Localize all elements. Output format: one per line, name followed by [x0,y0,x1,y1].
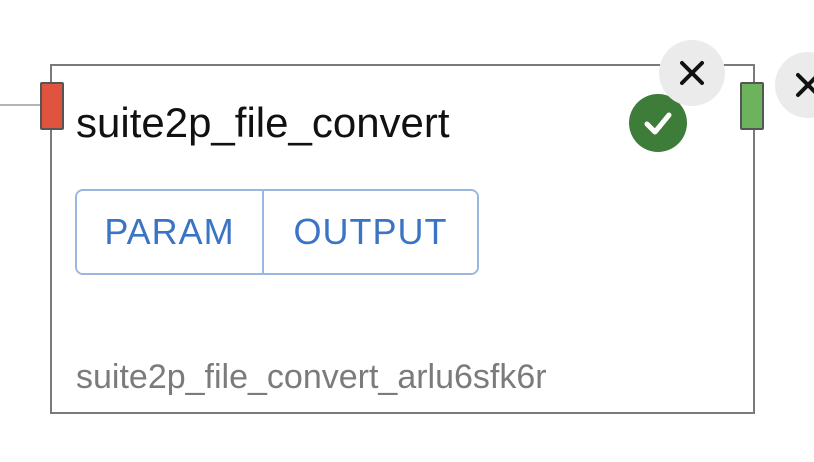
node-id-label: suite2p_file_convert_arlu6sfk6r [76,358,547,396]
remove-edge-button[interactable] [775,52,814,118]
node-title: suite2p_file_convert [76,99,450,146]
node-button-group: PARAM OUTPUT [75,189,479,275]
param-button[interactable]: PARAM [77,191,264,273]
incoming-edge[interactable] [0,104,42,106]
output-button[interactable]: OUTPUT [264,191,477,273]
close-icon [796,73,814,97]
workflow-canvas[interactable]: suite2p_file_convert PARAM OUTPUT suite2… [0,0,814,462]
close-icon [680,61,704,85]
output-handle[interactable] [740,82,764,130]
input-handle[interactable] [40,82,64,130]
remove-node-button[interactable] [659,40,725,106]
